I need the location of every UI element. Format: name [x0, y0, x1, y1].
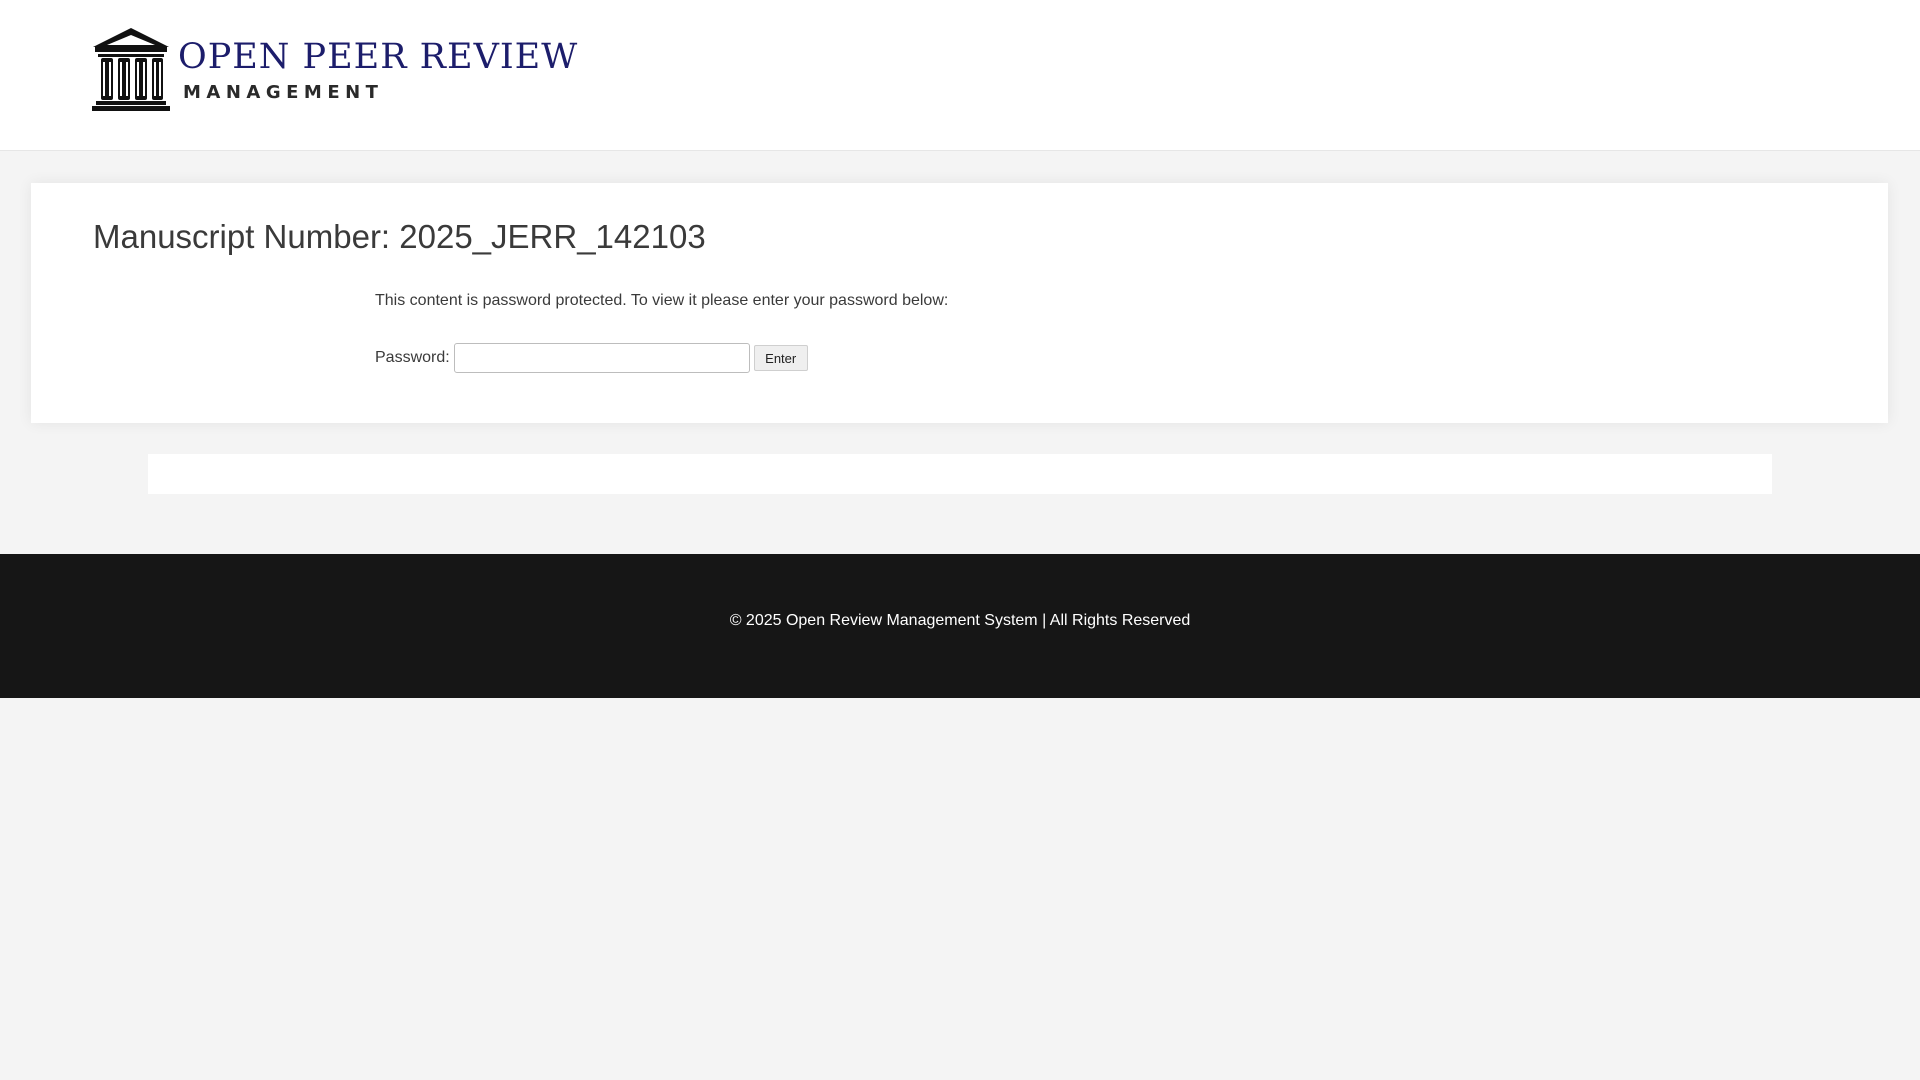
password-label: Password: — [375, 349, 450, 366]
content-card: Manuscript Number: 2025_JERR_142103 This… — [31, 183, 1888, 423]
password-protected-message: This content is password protected. To v… — [375, 292, 949, 309]
empty-panel — [148, 454, 1772, 494]
site-footer: © 2025 Open Review Management System | A… — [0, 554, 1920, 698]
logo-subtitle: MANAGEMENT — [183, 82, 384, 103]
columns-building-icon — [92, 28, 170, 111]
site-logo[interactable]: OPEN PEER REVIEW MANAGEMENT — [90, 26, 577, 112]
password-input[interactable] — [453, 343, 750, 373]
page-title: Manuscript Number: 2025_JERR_142103 — [93, 218, 706, 255]
logo-title: OPEN PEER REVIEW — [178, 37, 579, 77]
site-header: OPEN PEER REVIEW MANAGEMENT — [0, 0, 1920, 151]
enter-button[interactable]: Enter — [753, 345, 808, 371]
copyright-text: © 2025 Open Review Management System | A… — [729, 612, 1191, 629]
password-form: Password: Enter — [375, 341, 808, 375]
